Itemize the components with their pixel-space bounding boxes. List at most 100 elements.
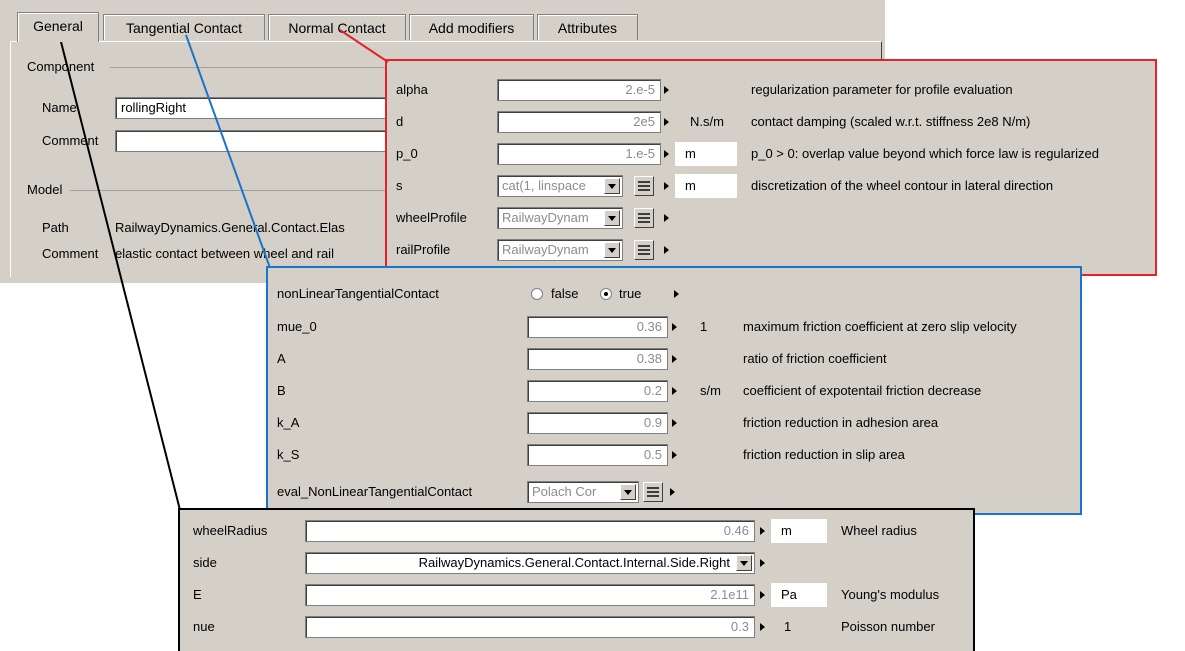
eval-chevron-down-icon[interactable]	[620, 484, 636, 500]
param-name-B: B	[277, 383, 286, 398]
param-name-railProfile: railProfile	[396, 242, 451, 257]
chevron-down-icon[interactable]	[604, 178, 620, 194]
param-desc-k_S: friction reduction in slip area	[743, 447, 905, 462]
param-value-nue[interactable]: 0.3	[305, 616, 755, 638]
list-icon[interactable]	[634, 208, 654, 228]
param-select-wheelProfile[interactable]: RailwayDynam	[497, 207, 623, 229]
param-unit-mue_0: 1	[700, 319, 708, 334]
tab-tangential-contact[interactable]: Tangential Contact	[103, 14, 265, 40]
nonlinear-menu-arrow-icon[interactable]	[674, 290, 679, 298]
param-desc-mue_0: maximum friction coefficient at zero sli…	[743, 319, 1017, 334]
param-select-s[interactable]: cat(1, linspace	[497, 175, 623, 197]
tab-attributes[interactable]: Attributes	[537, 14, 638, 40]
param-select-value-wheelProfile: RailwayDynam	[502, 210, 589, 225]
param-menu-arrow-icon[interactable]	[672, 355, 677, 363]
eval-menu-arrow-icon[interactable]	[670, 488, 675, 496]
model-comment-label: Comment	[42, 246, 99, 261]
param-value-A[interactable]: 0.38	[527, 348, 668, 370]
param-menu-arrow-icon[interactable]	[672, 323, 677, 331]
param-menu-arrow-icon[interactable]	[664, 214, 669, 222]
false-radio-label: false	[551, 286, 579, 301]
param-unit-wheelRadius: m	[771, 519, 827, 543]
param-name-p_0: p_0	[396, 146, 418, 161]
param-unit-p_0: m	[675, 142, 737, 166]
param-value-E[interactable]: 2.1e11	[305, 584, 755, 606]
param-value-B[interactable]: 0.2	[527, 380, 668, 402]
param-menu-arrow-icon[interactable]	[760, 527, 765, 535]
param-select-value-side: RailwayDynamics.General.Contact.Internal…	[418, 555, 730, 570]
param-menu-arrow-icon[interactable]	[672, 451, 677, 459]
param-menu-arrow-icon[interactable]	[760, 623, 765, 631]
eval-select[interactable]: Polach Cor	[527, 481, 639, 503]
param-name-nue: nue	[193, 619, 215, 634]
param-select-value-s: cat(1, linspace	[502, 178, 586, 193]
chevron-down-icon[interactable]	[604, 242, 620, 258]
param-value-alpha[interactable]: 2.e-5	[497, 79, 661, 101]
param-desc-A: ratio of friction coefficient	[743, 351, 887, 366]
param-unit-E: Pa	[771, 583, 827, 607]
param-desc-d: contact damping (scaled w.r.t. stiffness…	[751, 114, 1031, 129]
true-radio[interactable]	[600, 288, 612, 300]
param-select-railProfile[interactable]: RailwayDynam	[497, 239, 623, 261]
component-group-line	[110, 67, 385, 68]
param-desc-E: Young's modulus	[841, 587, 940, 602]
param-name-d: d	[396, 114, 404, 129]
param-name-alpha: alpha	[396, 82, 428, 97]
param-name-k_A: k_A	[277, 415, 300, 430]
param-menu-arrow-icon[interactable]	[664, 86, 669, 94]
list-icon[interactable]	[634, 176, 654, 196]
param-value-mue_0[interactable]: 0.36	[527, 316, 668, 338]
param-name-side: side	[193, 555, 217, 570]
param-name-wheelProfile: wheelProfile	[396, 210, 467, 225]
param-desc-wheelRadius: Wheel radius	[841, 523, 917, 538]
param-menu-arrow-icon[interactable]	[760, 591, 765, 599]
param-menu-arrow-icon[interactable]	[664, 246, 669, 254]
param-name-A: A	[277, 351, 286, 366]
param-menu-arrow-icon[interactable]	[672, 387, 677, 395]
true-radio-label: true	[619, 286, 642, 301]
tab-add-modifiers[interactable]: Add modifiers	[409, 14, 534, 40]
param-desc-p_0: p_0 > 0: overlap value beyond which forc…	[751, 146, 1099, 161]
false-radio[interactable]	[531, 288, 543, 300]
eval-list-icon[interactable]	[643, 482, 663, 502]
model-group-label: Model	[27, 182, 63, 197]
param-name-s: s	[396, 178, 403, 193]
path-label: Path	[42, 220, 69, 235]
name-label: Name	[42, 100, 77, 115]
comment-label: Comment	[42, 133, 99, 148]
tab-general[interactable]: General	[17, 12, 99, 42]
param-value-d[interactable]: 2e5	[497, 111, 661, 133]
param-select-value-railProfile: RailwayDynam	[502, 242, 589, 257]
param-desc-B: coefficient of expotentail friction decr…	[743, 383, 982, 398]
param-value-wheelRadius[interactable]: 0.46	[305, 520, 755, 542]
param-value-k_S[interactable]: 0.5	[527, 444, 668, 466]
param-unit-B: s/m	[700, 383, 721, 398]
param-unit-nue: 1	[784, 619, 792, 634]
tab-normal-contact[interactable]: Normal Contact	[268, 14, 406, 40]
component-group-label: Component	[27, 59, 95, 74]
chevron-down-icon[interactable]	[604, 210, 620, 226]
param-value-p_0[interactable]: 1.e-5	[497, 143, 661, 165]
param-name-E: E	[193, 587, 202, 602]
param-menu-arrow-icon[interactable]	[760, 559, 765, 567]
param-menu-arrow-icon[interactable]	[664, 150, 669, 158]
model-comment-value: elastic contact between wheel and rail	[115, 246, 334, 261]
param-value-k_A[interactable]: 0.9	[527, 412, 668, 434]
comment-input[interactable]	[115, 130, 395, 152]
name-input[interactable]: rollingRight	[115, 97, 395, 119]
param-unit-d: N.s/m	[690, 114, 724, 129]
param-unit-s: m	[675, 174, 737, 198]
param-desc-s: discretization of the wheel contour in l…	[751, 178, 1054, 193]
list-icon[interactable]	[634, 240, 654, 260]
param-menu-arrow-icon[interactable]	[664, 182, 669, 190]
chevron-down-icon[interactable]	[736, 555, 752, 571]
path-value: RailwayDynamics.General.Contact.Elas	[115, 220, 345, 235]
nonlinear-tangential-label: nonLinearTangentialContact	[277, 286, 439, 301]
model-group-line	[70, 190, 385, 191]
param-select-side[interactable]: RailwayDynamics.General.Contact.Internal…	[305, 552, 755, 574]
param-desc-alpha: regularization parameter for profile eva…	[751, 82, 1013, 97]
param-name-k_S: k_S	[277, 447, 300, 462]
eval-label: eval_NonLinearTangentialContact	[277, 484, 473, 499]
param-menu-arrow-icon[interactable]	[664, 118, 669, 126]
param-menu-arrow-icon[interactable]	[672, 419, 677, 427]
